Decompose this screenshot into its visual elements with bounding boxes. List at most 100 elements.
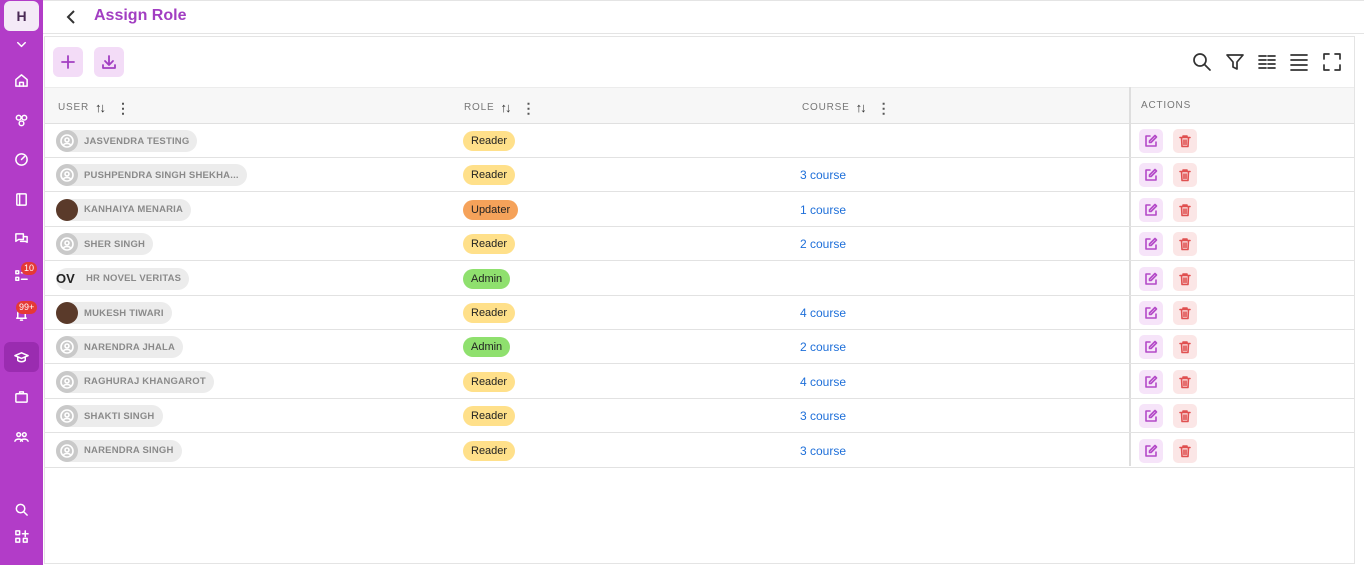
edit-button[interactable] (1139, 163, 1163, 188)
network-icon[interactable] (0, 105, 43, 135)
graduation-cap-icon[interactable] (4, 342, 39, 372)
search-icon[interactable] (0, 494, 43, 524)
page-header: Assign Role (43, 0, 1364, 34)
avatar (56, 198, 78, 221)
table-row[interactable]: SHER SINGH Reader 2 course (45, 227, 1354, 262)
course-link[interactable]: 3 course (800, 168, 846, 182)
column-course[interactable]: COURSE ↑↓ ⋮ (802, 100, 891, 115)
edit-icon (1145, 306, 1158, 319)
edit-button[interactable] (1139, 266, 1163, 291)
user-chip[interactable]: JASVENDRA TESTING (56, 130, 198, 152)
table-row[interactable]: OV HR NOVEL VERITAS Admin (45, 262, 1354, 296)
table-row[interactable]: NARENDRA SINGH Reader 3 course (45, 434, 1354, 468)
apps-icon[interactable] (0, 521, 43, 551)
delete-button[interactable] (1173, 404, 1197, 429)
user-avatar-icon (56, 439, 78, 462)
delete-button[interactable] (1173, 232, 1197, 257)
sidebar: H 10 99+ (0, 0, 43, 565)
delete-button[interactable] (1173, 301, 1197, 325)
download-button[interactable] (94, 47, 124, 77)
column-menu-icon[interactable]: ⋮ (877, 101, 892, 115)
edit-button[interactable] (1139, 129, 1163, 153)
course-link[interactable]: 3 course (800, 409, 846, 423)
course-link[interactable]: 2 course (800, 237, 846, 251)
filter-icon[interactable] (1224, 51, 1246, 73)
sort-icon[interactable]: ↑↓ (500, 100, 511, 115)
user-chip[interactable]: RAGHURAJ KHANGAROT (56, 370, 214, 393)
user-chip[interactable]: NARENDRA SINGH (56, 439, 182, 462)
user-name: PUSHPENDRA SINGH SHEKHA... (84, 169, 239, 181)
delete-button[interactable] (1173, 266, 1197, 291)
course-link[interactable]: 4 course (800, 306, 846, 320)
delete-button[interactable] (1173, 438, 1197, 463)
user-name: MUKESH TIWARI (84, 307, 164, 319)
columns-icon[interactable] (1256, 51, 1278, 73)
role-badge: Reader (463, 440, 516, 461)
edit-button[interactable] (1139, 335, 1163, 360)
edit-button[interactable] (1139, 197, 1163, 222)
delete-button[interactable] (1173, 335, 1197, 360)
trash-icon (1179, 135, 1191, 148)
app-logo[interactable]: H (4, 1, 39, 31)
course-link[interactable]: 3 course (800, 444, 846, 458)
edit-button[interactable] (1139, 301, 1163, 325)
sort-icon[interactable]: ↑↓ (95, 100, 106, 115)
table-row[interactable]: NARENDRA JHALA Admin 2 course (45, 330, 1354, 365)
course-link[interactable]: 4 course (800, 375, 846, 389)
table-row[interactable]: JASVENDRA TESTING Reader (45, 124, 1354, 158)
table-row[interactable]: SHAKTI SINGH Reader 3 course (45, 399, 1354, 434)
user-chip[interactable]: SHAKTI SINGH (56, 405, 163, 428)
delete-button[interactable] (1173, 129, 1197, 153)
chat-icon[interactable] (0, 223, 43, 253)
chevron-down-icon[interactable] (0, 30, 43, 58)
edit-icon (1145, 444, 1158, 457)
trash-icon (1179, 307, 1191, 320)
role-badge: Updater (463, 199, 519, 220)
user-avatar-icon (56, 336, 78, 359)
user-chip[interactable]: KANHAIYA MENARIA (56, 198, 192, 221)
delete-button[interactable] (1173, 163, 1197, 188)
trash-icon (1179, 203, 1191, 217)
column-user[interactable]: USER ↑↓ ⋮ (58, 100, 131, 115)
user-avatar-icon (56, 370, 78, 393)
delete-button[interactable] (1173, 197, 1197, 222)
edit-button[interactable] (1139, 369, 1163, 394)
gauge-icon[interactable] (0, 144, 43, 174)
user-chip[interactable]: OV HR NOVEL VERITAS (56, 267, 190, 290)
user-chip[interactable]: NARENDRA JHALA (56, 336, 184, 359)
column-menu-icon[interactable]: ⋮ (116, 101, 131, 115)
people-icon[interactable] (0, 421, 43, 451)
user-chip[interactable]: SHER SINGH (56, 233, 154, 256)
user-name: RAGHURAJ KHANGAROT (84, 376, 206, 388)
edit-button[interactable] (1139, 438, 1163, 463)
user-chip[interactable]: PUSHPENDRA SINGH SHEKHA... (56, 164, 247, 187)
table-row[interactable]: MUKESH TIWARI Reader 4 course (45, 296, 1354, 330)
back-arrow-icon[interactable] (63, 8, 81, 26)
density-icon[interactable] (1288, 51, 1310, 73)
table-row[interactable]: RAGHURAJ KHANGAROT Reader 4 course (45, 365, 1354, 399)
add-button[interactable] (53, 47, 83, 77)
table-row[interactable]: KANHAIYA MENARIA Updater 1 course (45, 193, 1354, 227)
user-chip[interactable]: MUKESH TIWARI (56, 302, 172, 324)
edit-button[interactable] (1139, 404, 1163, 429)
trash-icon (1179, 444, 1191, 457)
column-actions-label: ACTIONS (1141, 100, 1192, 111)
home-icon[interactable] (0, 65, 43, 95)
avatar (56, 302, 78, 324)
user-name: NARENDRA JHALA (84, 341, 176, 353)
fullscreen-icon[interactable] (1321, 51, 1343, 73)
search-icon[interactable] (1191, 51, 1213, 73)
book-icon[interactable] (0, 184, 43, 214)
user-name: HR NOVEL VERITAS (86, 273, 182, 285)
course-link[interactable]: 2 course (800, 340, 846, 354)
course-link[interactable]: 1 course (800, 203, 846, 217)
edit-icon (1145, 409, 1158, 422)
sort-icon[interactable]: ↑↓ (856, 100, 867, 115)
column-role[interactable]: ROLE ↑↓ ⋮ (464, 100, 536, 115)
briefcase-icon[interactable] (0, 381, 43, 411)
table-row[interactable]: PUSHPENDRA SINGH SHEKHA... Reader 3 cour… (45, 158, 1354, 193)
role-badge: Reader (463, 303, 516, 323)
column-menu-icon[interactable]: ⋮ (521, 101, 536, 115)
delete-button[interactable] (1173, 369, 1197, 394)
edit-button[interactable] (1139, 232, 1163, 257)
